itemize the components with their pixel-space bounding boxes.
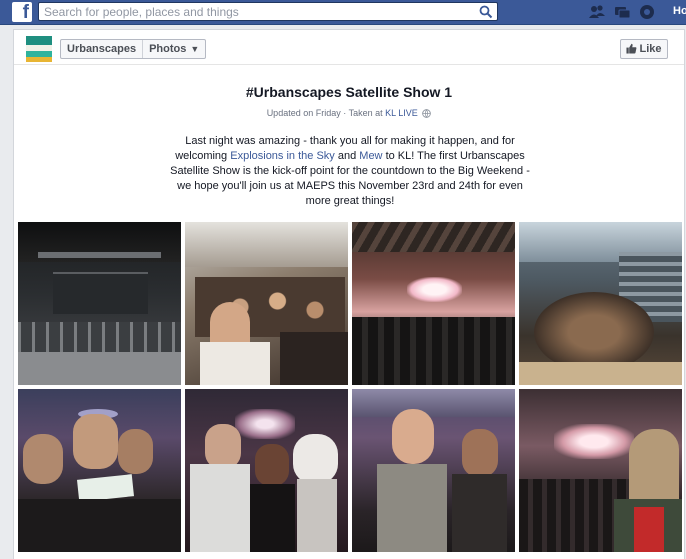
home-link[interactable]: Ho	[673, 5, 686, 17]
photo-smiling-couple[interactable]	[352, 389, 515, 552]
photo-crowd-selfie[interactable]	[185, 222, 348, 385]
album-description-text-2: and	[337, 150, 357, 162]
like-button-label: Like	[639, 43, 662, 55]
photo-venue-overhead[interactable]	[519, 222, 682, 385]
photo-horse-mask[interactable]	[519, 389, 682, 552]
messages-icon[interactable]	[614, 3, 632, 21]
search-box	[38, 2, 498, 21]
friend-requests-icon[interactable]	[588, 3, 606, 21]
album-title: #Urbanscapes Satellite Show 1	[245, 84, 453, 100]
album-meta: Updated on Friday · Taken at KL LIVE	[14, 108, 684, 118]
explosions-in-the-sky-link[interactable]: Explosions in the Sky	[230, 150, 335, 162]
globe-icon	[422, 109, 432, 118]
notifications-icon[interactable]	[638, 3, 656, 21]
photo-heisenberg-group[interactable]	[185, 389, 348, 552]
breadcrumb-page-link[interactable]: Urbanscapes	[61, 40, 142, 58]
album-header: Urbanscapes Photos ▼ Like	[14, 30, 684, 65]
breadcrumb-photos-dropdown[interactable]: Photos ▼	[142, 40, 205, 58]
chevron-down-icon: ▼	[190, 44, 200, 54]
photo-empty-stage[interactable]	[18, 222, 181, 385]
album-location-link[interactable]: KL LIVE	[385, 108, 418, 118]
album-description: Last night was amazing - thank you all f…	[164, 134, 536, 209]
breadcrumb-section-label: Photos	[149, 43, 187, 55]
photo-fans-with-ticket[interactable]	[18, 389, 181, 552]
thumbs-up-icon	[626, 43, 637, 54]
mew-link[interactable]: Mew	[359, 150, 382, 162]
like-button[interactable]: Like	[620, 39, 668, 59]
breadcrumb: Urbanscapes Photos ▼	[60, 39, 207, 59]
facebook-logo[interactable]: f	[12, 2, 32, 22]
page-profile-thumbnail[interactable]	[26, 36, 52, 62]
photo-stage-lights[interactable]	[352, 222, 515, 385]
top-navigation-bar: f Ho	[0, 0, 686, 25]
search-icon[interactable]	[479, 5, 493, 19]
album-updated-text: Updated on Friday · Taken at	[266, 108, 383, 118]
search-input[interactable]	[44, 4, 474, 20]
